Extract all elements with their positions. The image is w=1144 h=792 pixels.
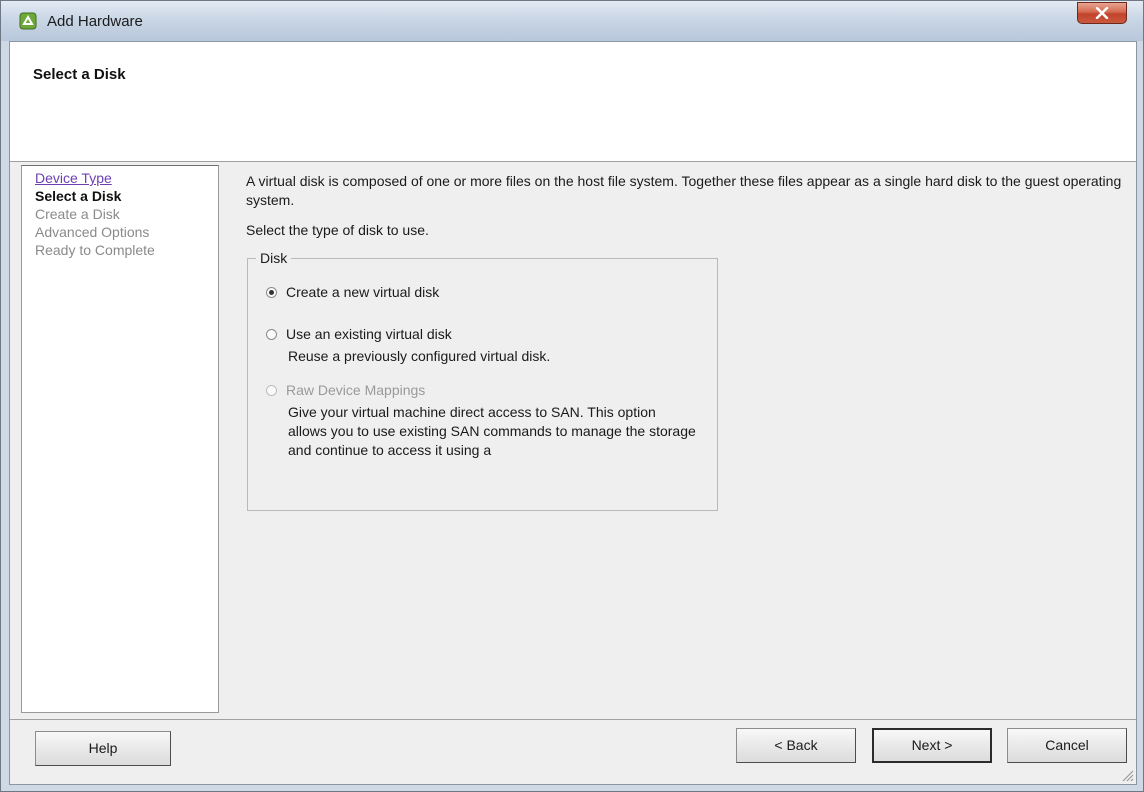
option-raw-device-mappings-label: Raw Device Mappings: [286, 382, 426, 398]
disk-group: Disk Create a new virtual disk Use an ex…: [247, 250, 718, 511]
radio-use-existing-disk[interactable]: [266, 329, 277, 340]
close-icon: [1095, 7, 1109, 19]
footer-divider: [10, 719, 1136, 720]
disk-group-label: Disk: [256, 250, 292, 266]
option-create-new-disk[interactable]: Create a new virtual disk: [266, 284, 439, 300]
option-raw-device-mappings-description: Give your virtual machine direct access …: [288, 404, 696, 458]
option-create-new-disk-label: Create a new virtual disk: [286, 284, 440, 300]
step-ready-to-complete: Ready to Complete: [35, 242, 155, 258]
page-title: Select a Disk: [33, 66, 126, 83]
cancel-button[interactable]: Cancel: [1007, 728, 1127, 763]
help-button[interactable]: Help: [35, 731, 171, 766]
title-bar[interactable]: Add Hardware: [1, 1, 1143, 41]
option-use-existing-disk[interactable]: Use an existing virtual disk: [266, 326, 452, 342]
content-panel: A virtual disk is composed of one or mor…: [246, 172, 1126, 511]
step-device-type[interactable]: Device Type: [35, 169, 218, 187]
window-title: Add Hardware: [47, 13, 143, 30]
prompt-text: Select the type of disk to use.: [246, 222, 429, 238]
next-button[interactable]: Next >: [872, 728, 992, 763]
step-create-disk: Create a Disk: [35, 206, 120, 222]
resize-grip-icon[interactable]: [1120, 768, 1134, 782]
option-use-existing-disk-description: Reuse a previously configured virtual di…: [288, 348, 551, 364]
radio-raw-device-mappings: [266, 385, 277, 396]
step-select-disk: Select a Disk: [35, 188, 122, 204]
option-use-existing-disk-label: Use an existing virtual disk: [286, 326, 452, 342]
steps-panel: Device Type Select a Disk Create a Disk …: [21, 165, 219, 713]
dialog-body: Select a Disk Device Type Select a Disk …: [9, 41, 1137, 785]
header-panel: Select a Disk: [10, 42, 1136, 162]
radio-create-new-disk[interactable]: [266, 287, 277, 298]
option-raw-device-mappings: Raw Device Mappings: [266, 382, 425, 398]
back-button[interactable]: < Back: [736, 728, 856, 763]
close-button[interactable]: [1077, 2, 1127, 24]
intro-text: A virtual disk is composed of one or mor…: [246, 173, 1122, 208]
add-hardware-window: Add Hardware Select a Disk Device Type S…: [0, 0, 1144, 792]
step-advanced-options: Advanced Options: [35, 224, 150, 240]
vsphere-icon: [19, 12, 37, 30]
